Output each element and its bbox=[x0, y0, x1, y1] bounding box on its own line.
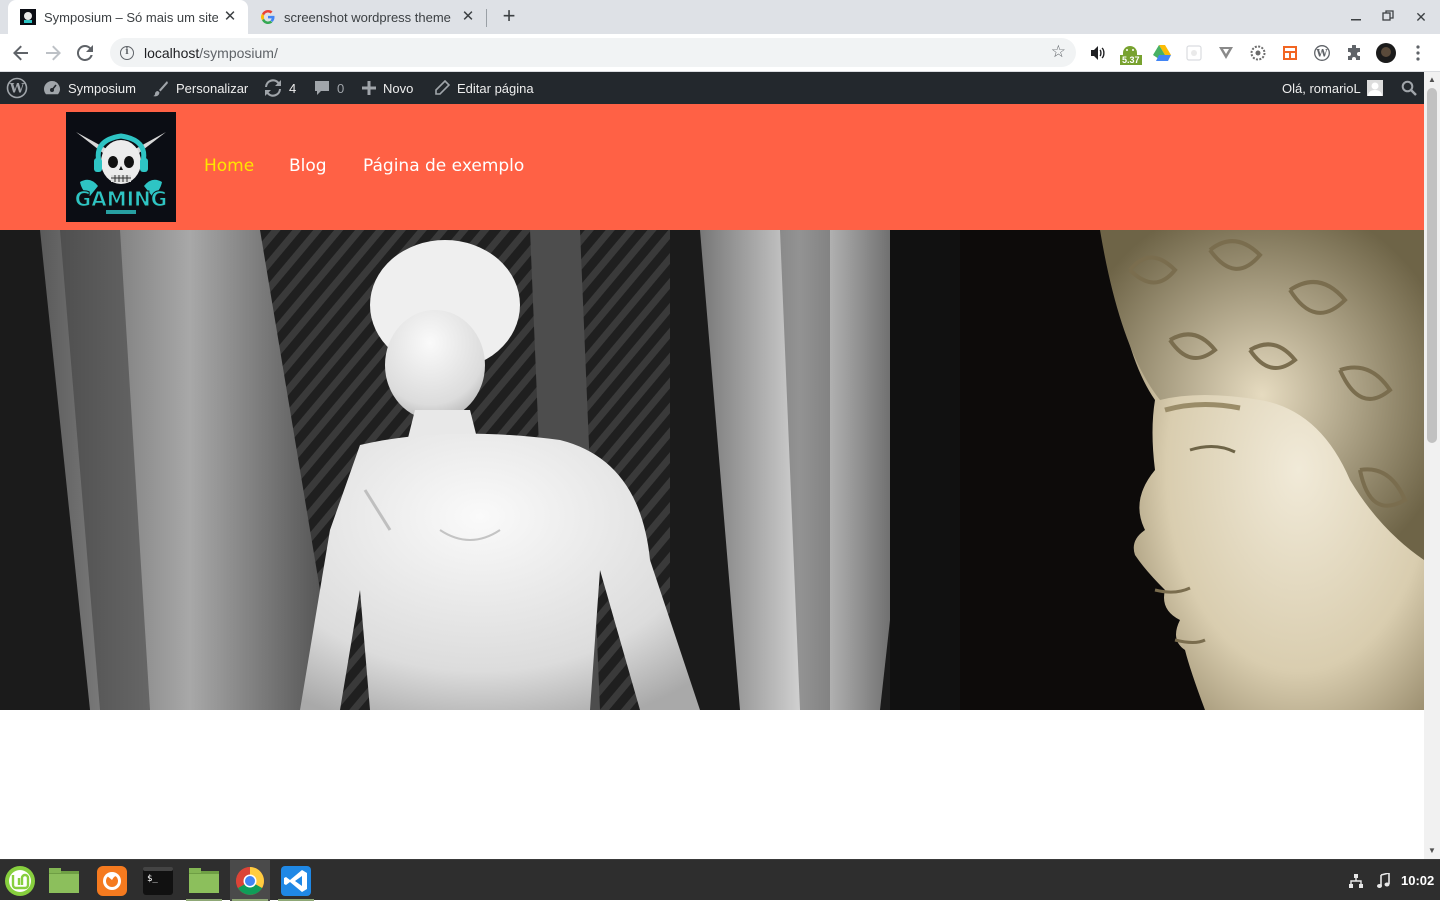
nav-blog[interactable]: Blog bbox=[289, 156, 327, 176]
wp-logo-icon[interactable]: W bbox=[6, 72, 28, 104]
site-info-icon[interactable]: i bbox=[120, 45, 134, 60]
bookmark-star-icon[interactable]: ☆ bbox=[1051, 43, 1066, 61]
svg-text:W: W bbox=[9, 82, 25, 97]
svg-text:GAMING: GAMING bbox=[75, 187, 167, 211]
customize-link[interactable]: Personalizar bbox=[152, 72, 248, 104]
pencil-icon bbox=[434, 80, 450, 96]
site-logo[interactable]: GAMING bbox=[66, 112, 176, 222]
comments-icon bbox=[314, 80, 330, 96]
scroll-up-icon[interactable]: ▲ bbox=[1424, 72, 1440, 88]
new-content-menu[interactable]: Novo bbox=[362, 72, 413, 104]
nav-home[interactable]: Home bbox=[204, 156, 254, 176]
tab-screenshot-search[interactable]: screenshot wordpress theme ✕ bbox=[252, 0, 486, 34]
svg-text:$_: $_ bbox=[147, 874, 158, 884]
tab-symposium[interactable]: Symposium – Só mais um site W ✕ bbox=[8, 0, 248, 34]
scroll-thumb[interactable] bbox=[1427, 88, 1437, 443]
gear-icon[interactable] bbox=[1248, 43, 1268, 63]
scroll-down-icon[interactable]: ▼ bbox=[1424, 843, 1440, 859]
linux-mint-menu-icon[interactable] bbox=[0, 860, 40, 901]
close-window-icon[interactable]: ✕ bbox=[1411, 7, 1431, 27]
svg-text:W: W bbox=[1315, 49, 1328, 60]
site-name-label: Symposium bbox=[68, 80, 136, 96]
search-icon[interactable] bbox=[1401, 72, 1417, 104]
vimeo-like-icon[interactable] bbox=[1216, 43, 1236, 63]
new-tab-icon[interactable]: + bbox=[498, 5, 520, 28]
my-account-menu[interactable]: Olá, romarioL bbox=[1282, 72, 1383, 104]
layout-icon[interactable] bbox=[1280, 43, 1300, 63]
minimize-icon[interactable] bbox=[1346, 7, 1366, 27]
browser-tabstrip: Symposium – Só mais um site W ✕ screensh… bbox=[0, 0, 1440, 34]
restore-icon[interactable] bbox=[1378, 7, 1398, 27]
customize-label: Personalizar bbox=[176, 80, 249, 96]
site-name-menu[interactable]: Symposium bbox=[43, 72, 136, 104]
hero-bust-photo bbox=[960, 230, 1424, 710]
wordpress-icon[interactable]: W bbox=[1312, 43, 1332, 63]
puzzle-icon[interactable] bbox=[1344, 43, 1364, 63]
nav-sample-page[interactable]: Página de exemplo bbox=[363, 156, 524, 176]
updates-link[interactable]: 4 bbox=[264, 72, 296, 104]
tab-divider bbox=[486, 9, 487, 27]
google-drive-icon[interactable] bbox=[1152, 43, 1172, 63]
tab-title: screenshot wordpress theme bbox=[284, 9, 451, 25]
site-header: GAMING Home Blog Página de exemplo bbox=[0, 104, 1424, 230]
profile-avatar-icon[interactable] bbox=[1376, 43, 1396, 63]
greeting-label: Olá, romarioL bbox=[1282, 80, 1361, 96]
tab-close-icon[interactable]: ✕ bbox=[222, 9, 238, 25]
volume-icon[interactable] bbox=[1088, 43, 1108, 63]
vscode-icon[interactable] bbox=[276, 860, 316, 901]
network-icon[interactable] bbox=[1348, 860, 1364, 901]
url-text: localhost/symposium/ bbox=[144, 44, 278, 61]
comments-link[interactable]: 0 bbox=[314, 72, 344, 104]
edit-page-link[interactable]: Editar página bbox=[434, 72, 534, 104]
wp-admin-bar: W Symposium Personalizar 4 0 Novo Editar… bbox=[0, 72, 1440, 104]
address-bar[interactable]: i localhost/symposium/ ☆ bbox=[110, 38, 1076, 67]
reload-icon[interactable] bbox=[72, 40, 98, 66]
plus-icon bbox=[362, 81, 376, 95]
updates-icon bbox=[264, 79, 282, 97]
menu-dots-icon[interactable] bbox=[1408, 43, 1428, 63]
extension-blank-icon[interactable] bbox=[1184, 43, 1204, 63]
hero-image bbox=[0, 230, 1424, 710]
sound-icon[interactable] bbox=[1376, 860, 1390, 901]
comments-count: 0 bbox=[337, 80, 345, 96]
tab-close-icon[interactable]: ✕ bbox=[460, 9, 476, 25]
dashboard-icon bbox=[43, 80, 61, 96]
forward-icon[interactable] bbox=[40, 40, 66, 66]
os-taskbar: $_ 10:02 bbox=[0, 859, 1440, 901]
user-avatar-icon bbox=[1366, 80, 1383, 96]
back-icon[interactable] bbox=[8, 40, 34, 66]
google-icon bbox=[260, 9, 276, 25]
tab-title: Symposium – Só mais um site W bbox=[44, 9, 218, 25]
new-label: Novo bbox=[383, 80, 414, 96]
terminal-icon[interactable]: $_ bbox=[138, 860, 178, 901]
page-scrollbar[interactable]: ▲ ▼ bbox=[1424, 72, 1440, 859]
clock[interactable]: 10:02 bbox=[1401, 860, 1434, 901]
site-favicon-icon bbox=[20, 9, 36, 25]
files-icon[interactable] bbox=[44, 860, 84, 901]
firefox-icon[interactable] bbox=[92, 860, 132, 901]
paintbrush-icon bbox=[152, 80, 169, 97]
android-badge-icon[interactable]: 5.37 bbox=[1118, 43, 1142, 65]
android-badge-text: 5.37 bbox=[1120, 55, 1142, 65]
edit-page-label: Editar página bbox=[457, 80, 534, 96]
hero-statue-photo bbox=[0, 230, 960, 710]
chrome-icon[interactable] bbox=[230, 860, 270, 901]
browser-toolbar: i localhost/symposium/ ☆ 5.37 W bbox=[0, 34, 1440, 72]
folder-icon[interactable] bbox=[184, 860, 224, 901]
updates-count: 4 bbox=[289, 80, 297, 96]
